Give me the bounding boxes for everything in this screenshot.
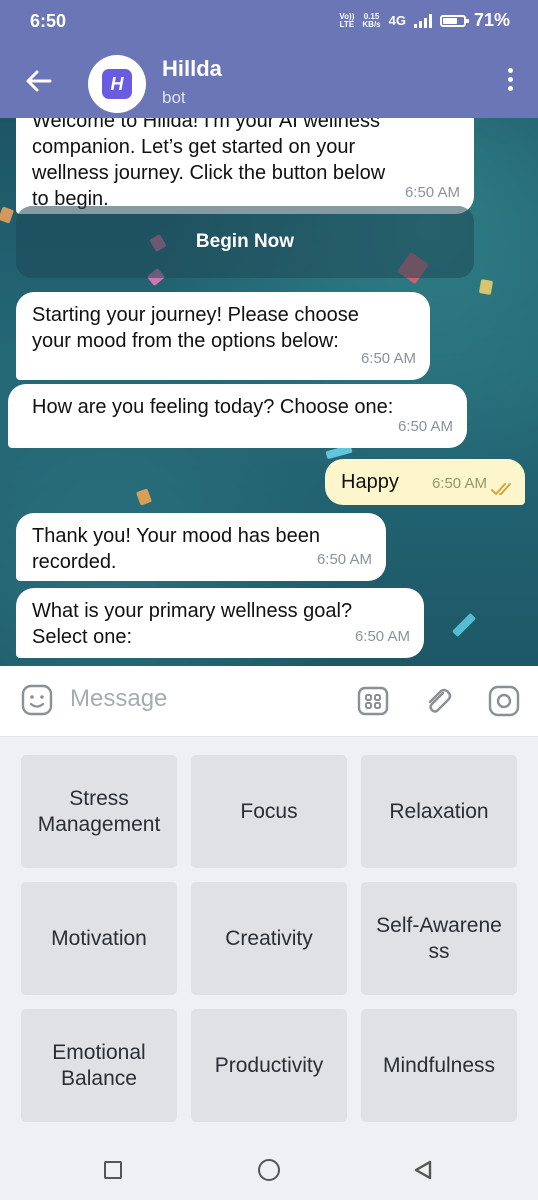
status-time: 6:50: [30, 11, 67, 31]
double-check-icon: [491, 483, 511, 495]
network-speed: 0.15 KB/s: [362, 12, 381, 29]
option-relaxation[interactable]: Relaxation: [361, 755, 517, 868]
message-text: Starting your journey! Please choose you…: [32, 304, 359, 352]
message-text: What is your primary wellness goal? Sele…: [32, 600, 353, 648]
message-bubble[interactable]: Starting your journey! Please choose you…: [16, 292, 430, 380]
option-motivation[interactable]: Motivation: [21, 882, 177, 995]
message-bubble[interactable]: Thank you! Your mood has been recorded. …: [16, 513, 386, 581]
recents-square-icon[interactable]: [104, 1161, 122, 1179]
wallpaper-confetti: [135, 488, 153, 506]
option-mindfulness[interactable]: Mindfulness: [361, 1009, 517, 1122]
message-time: 6:50 AM: [316, 551, 372, 568]
option-self-awareness[interactable]: Self-Awarene ss: [361, 882, 517, 995]
begin-now-button[interactable]: Begin Now: [16, 206, 474, 278]
home-circle-icon[interactable]: [258, 1159, 280, 1181]
option-productivity[interactable]: Productivity: [191, 1009, 347, 1122]
option-creativity[interactable]: Creativity: [191, 882, 347, 995]
message-bubble[interactable]: How are you feeling today? Choose one: 6…: [8, 384, 467, 448]
option-emotional-balance[interactable]: Emotional Balance: [21, 1009, 177, 1122]
arrow-left-icon[interactable]: [22, 64, 56, 98]
bot-logo-icon: H: [102, 69, 132, 99]
sticker-icon[interactable]: [20, 683, 54, 717]
avatar[interactable]: H: [88, 55, 146, 113]
message-text: How are you feeling today? Choose one:: [32, 396, 394, 418]
bot-reply-keyboard: Stress Management Focus Relaxation Motiv…: [0, 737, 538, 1140]
status-bar: 6:50 Vo)) LTE 0.15 KB/s 4G 71%: [0, 0, 538, 46]
more-vertical-icon[interactable]: [506, 68, 514, 96]
chat-area[interactable]: Welcome to Hillda! I'm your AI wellness …: [0, 118, 538, 666]
message-text: Welcome to Hillda! I'm your AI wellness …: [32, 118, 386, 210]
option-stress-management[interactable]: Stress Management: [21, 755, 177, 868]
message-composer: Message: [0, 666, 538, 737]
signal-icon: [413, 13, 432, 28]
message-bubble[interactable]: What is your primary wellness goal? Sele…: [16, 588, 424, 658]
back-triangle-icon[interactable]: [412, 1159, 434, 1181]
volte-indicator: Vo)) LTE: [339, 12, 355, 29]
wallpaper-confetti: [0, 206, 15, 224]
message-input[interactable]: Message: [70, 685, 167, 713]
status-icons: Vo)) LTE 0.15 KB/s 4G 71%: [339, 10, 510, 31]
message-bubble[interactable]: Welcome to Hillda! I'm your AI wellness …: [16, 118, 474, 214]
message-time: 6:50 AM: [404, 184, 460, 201]
chat-title[interactable]: Hillda: [162, 56, 222, 82]
bot-keyboard-icon[interactable]: [356, 684, 390, 718]
battery-percent: 71%: [473, 10, 510, 30]
option-focus[interactable]: Focus: [191, 755, 347, 868]
message-bubble-outgoing[interactable]: Happy 6:50 AM: [325, 459, 525, 505]
battery-icon: [439, 14, 469, 27]
message-time: 6:50 AM: [397, 418, 453, 435]
speed-unit: KB/s: [362, 19, 381, 29]
chat-subtitle: bot: [162, 88, 186, 107]
camera-icon[interactable]: [487, 684, 521, 718]
wallpaper-confetti: [451, 612, 477, 638]
lte-label: LTE: [339, 19, 355, 29]
attach-icon[interactable]: [421, 684, 455, 718]
chat-header: H Hillda bot: [0, 46, 538, 118]
message-time: 6:50 AM: [360, 350, 416, 367]
system-nav-bar: [0, 1140, 538, 1200]
message-time: 6:50 AM: [354, 628, 410, 645]
wallpaper-confetti: [478, 279, 494, 295]
message-time: 6:50 AM: [431, 475, 487, 492]
network-type: 4G: [388, 13, 406, 28]
